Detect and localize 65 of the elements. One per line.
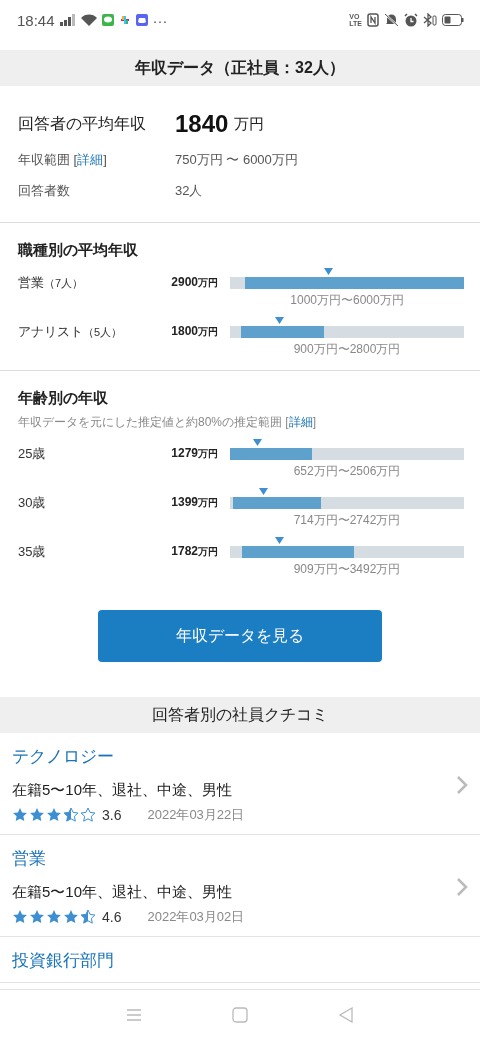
review-date: 2022年03月02日 bbox=[147, 908, 245, 926]
range-text: 909万円〜3492万円 bbox=[293, 561, 401, 578]
nfc-icon bbox=[367, 13, 379, 27]
wifi-icon bbox=[80, 13, 97, 27]
range-value: 750万円 〜 6000万円 bbox=[175, 150, 298, 169]
back-icon[interactable] bbox=[338, 1007, 354, 1023]
count-label: 回答者数 bbox=[18, 181, 71, 200]
status-time: 18:44 bbox=[17, 11, 55, 29]
range-text: 714万円〜2742万円 bbox=[293, 512, 401, 529]
age-label: 30歳 bbox=[18, 494, 47, 512]
game-app-icon bbox=[135, 14, 148, 26]
star-icon bbox=[63, 909, 79, 925]
review-meta: 在籍5〜10年、退社、中途、男性 bbox=[12, 781, 234, 800]
half-star-icon bbox=[63, 807, 79, 823]
salary-amount: 1782万円 bbox=[170, 543, 219, 559]
section-header: 年収データ（正社員：32人） bbox=[0, 50, 480, 86]
salary-amount: 1399万円 bbox=[170, 494, 219, 510]
review-meta: 在籍5〜10年、退社、中途、男性 bbox=[12, 883, 234, 902]
more-notifications: ··· bbox=[152, 11, 168, 29]
star-icon bbox=[12, 909, 28, 925]
review-job-link[interactable]: 投資銀行部門 bbox=[12, 949, 468, 972]
star-icon bbox=[46, 909, 62, 925]
star-icon bbox=[29, 807, 45, 823]
range-label: 年収範囲 [詳細] bbox=[18, 150, 108, 169]
rating-value: 4.6 bbox=[102, 909, 122, 925]
chevron-right-icon[interactable] bbox=[456, 774, 468, 795]
chat-app-icon bbox=[101, 14, 114, 26]
rating-value: 3.6 bbox=[102, 807, 122, 823]
star-outline-icon bbox=[80, 807, 96, 823]
battery-icon bbox=[442, 14, 464, 26]
range-text: 1000万円〜6000万円 bbox=[290, 292, 404, 309]
range-text: 900万円〜2800万円 bbox=[293, 341, 401, 358]
review-job-link[interactable]: テクノロジー bbox=[12, 745, 456, 768]
muted-bell-icon bbox=[384, 13, 399, 27]
review-job-link[interactable]: 営業 bbox=[12, 847, 456, 870]
salary-amount: 1800万円 bbox=[170, 323, 219, 339]
job-label: 営業（7人） bbox=[18, 274, 85, 292]
average-value: 1840 bbox=[175, 110, 229, 138]
count-value: 32人 bbox=[175, 181, 203, 200]
section-note: 年収データを元にした推定値と約80%の推定範囲 [詳細] bbox=[18, 414, 318, 431]
view-salary-button[interactable]: 年収データを見る bbox=[98, 610, 382, 662]
grid-app-icon bbox=[118, 14, 131, 26]
section-title: 職種別の平均年収 bbox=[18, 241, 139, 260]
chevron-right-icon[interactable] bbox=[456, 876, 468, 897]
review-date: 2022年03月22日 bbox=[147, 806, 245, 824]
range-text: 652万円〜2506万円 bbox=[293, 463, 401, 480]
section-title: 年齢別の年収 bbox=[18, 389, 109, 408]
star-icon bbox=[29, 909, 45, 925]
signal-icon bbox=[59, 14, 76, 26]
alarm-icon bbox=[404, 13, 418, 27]
job-label: アナリスト（5人） bbox=[18, 323, 124, 341]
star-icon bbox=[46, 807, 62, 823]
average-unit: 万円 bbox=[234, 114, 265, 134]
star-icon bbox=[12, 807, 28, 823]
salary-amount: 2900万円 bbox=[170, 274, 219, 290]
bluetooth-icon bbox=[423, 13, 437, 27]
home-icon[interactable] bbox=[232, 1007, 248, 1023]
section-header: 回答者別の社員クチコミ bbox=[0, 697, 480, 733]
detail-link[interactable]: 詳細 bbox=[77, 151, 104, 167]
age-label: 35歳 bbox=[18, 543, 47, 561]
salary-amount: 1279万円 bbox=[170, 445, 219, 461]
half-star-icon bbox=[80, 909, 96, 925]
menu-icon[interactable] bbox=[126, 1008, 142, 1022]
age-label: 25歳 bbox=[18, 445, 47, 463]
average-label: 回答者の平均年収 bbox=[18, 113, 147, 134]
